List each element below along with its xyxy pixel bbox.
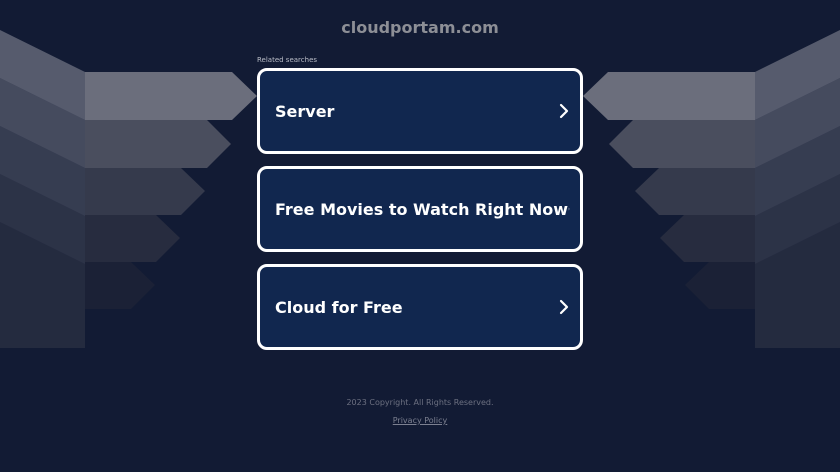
related-search-label: Free Movies to Watch Right Now <box>275 199 569 219</box>
related-searches-list: Server Free Movies to Watch Right Now Cl… <box>257 68 583 362</box>
chevron-right-icon <box>559 103 569 119</box>
related-search-server[interactable]: Server <box>257 68 583 154</box>
parked-domain-page: cloudportam.com Related searches Server … <box>0 0 840 472</box>
related-searches-heading: Related searches <box>257 56 318 64</box>
chevron-right-icon <box>568 207 570 211</box>
copyright-text: 2023 Copyright. All Rights Reserved. <box>346 398 494 407</box>
related-search-label: Server <box>275 101 335 121</box>
domain-title: cloudportam.com <box>341 18 499 37</box>
related-search-label: Cloud for Free <box>275 297 403 317</box>
chevron-right-icon <box>559 299 569 315</box>
privacy-policy-link[interactable]: Privacy Policy <box>393 416 448 425</box>
privacy-policy-container: Privacy Policy <box>0 416 840 425</box>
related-search-free-movies[interactable]: Free Movies to Watch Right Now <box>257 166 583 252</box>
related-search-cloud-for-free[interactable]: Cloud for Free <box>257 264 583 350</box>
